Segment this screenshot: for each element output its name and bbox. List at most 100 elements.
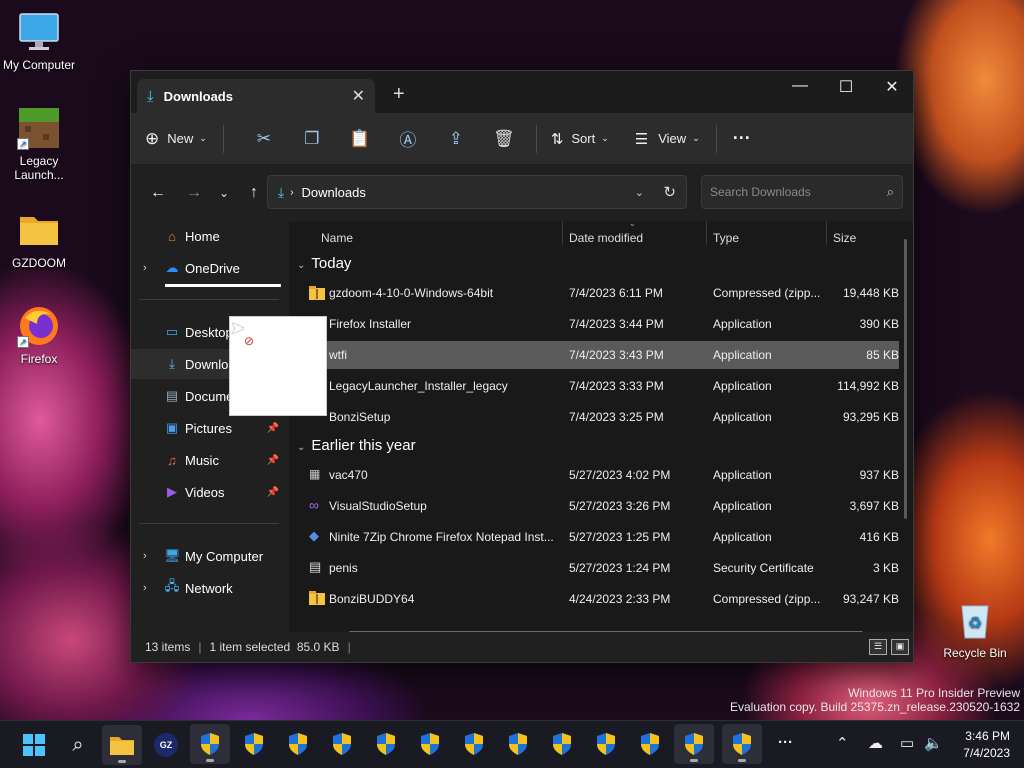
refresh-icon[interactable]: ↻	[663, 183, 676, 201]
taskbar-installer-app[interactable]	[454, 724, 494, 764]
taskbar-installer-app[interactable]	[630, 724, 670, 764]
more-apps-icon[interactable]: ···	[778, 734, 793, 751]
title-bar: ⤓ Downloads ✕ + — ☐ ✕	[131, 71, 913, 113]
table-row[interactable]: Firefox Installer 7/4/2023 3:44 PM Appli…	[291, 310, 899, 338]
taskbar-installer-app[interactable]	[586, 724, 626, 764]
table-row[interactable]: gzdoom-4-10-0-Windows-64bit 7/4/2023 6:1…	[291, 279, 899, 307]
table-row[interactable]: BonziBUDDY64 4/24/2023 2:33 PM Compresse…	[291, 585, 899, 613]
sort-button[interactable]: ⇅ Sort ⌄	[551, 123, 609, 155]
tab-downloads[interactable]: ⤓ Downloads ✕	[137, 79, 375, 113]
close-tab-icon[interactable]: ✕	[352, 86, 365, 106]
table-row[interactable]: ∞ VisualStudioSetup 5/27/2023 3:26 PM Ap…	[291, 492, 899, 520]
sidebar-item-network[interactable]: › 🖧 Network	[131, 573, 287, 603]
rename-icon[interactable]: Ⓐ	[384, 126, 432, 151]
details-view-icon[interactable]: ☰	[869, 639, 887, 655]
taskbar-installer-app[interactable]	[322, 724, 362, 764]
start-button[interactable]	[14, 725, 54, 765]
sidebar-item-videos[interactable]: ▶ Videos 📌	[131, 477, 287, 507]
up-arrow-icon[interactable]: ↑	[239, 184, 269, 202]
desktop-icon-my-computer[interactable]: My Computer	[0, 10, 78, 72]
file-type: Application	[713, 530, 772, 544]
share-icon[interactable]: ⇪	[432, 129, 480, 149]
taskbar-installer-app[interactable]	[542, 724, 582, 764]
windows-logo-icon	[23, 734, 45, 756]
sidebar-item-onedrive[interactable]: › ☁ OneDrive	[131, 253, 287, 283]
taskbar-installer-app[interactable]	[190, 724, 230, 764]
table-row[interactable]: ▦ vac470 5/27/2023 4:02 PM Application 9…	[291, 461, 899, 489]
search-input[interactable]: Search Downloads ⌕	[701, 175, 903, 209]
recent-locations-chevron-icon[interactable]: ⌄	[209, 186, 239, 200]
address-dropdown-icon[interactable]: ⌄	[635, 186, 644, 199]
volume-icon[interactable]: 🔈	[924, 734, 943, 752]
column-header-type[interactable]: Type	[713, 231, 739, 245]
column-headers: Name Date modified ⌄ Type Size	[289, 219, 913, 253]
taskbar-installer-app[interactable]	[410, 724, 450, 764]
cut-icon[interactable]: ✂	[240, 129, 288, 149]
search-button[interactable]: ⌕	[58, 725, 98, 765]
sidebar-item-my-computer[interactable]: › 🖥 My Computer	[131, 541, 287, 571]
tiles-view-icon[interactable]: ▣	[891, 639, 909, 655]
uac-shield-icon	[333, 733, 351, 755]
table-row[interactable]: ▤ penis 5/27/2023 1:24 PM Security Certi…	[291, 554, 899, 582]
desktop-icon-gzdoom[interactable]: GZDOOM	[0, 208, 78, 270]
file-size: 3 KB	[872, 561, 899, 575]
chevron-right-icon[interactable]: ›	[143, 582, 147, 594]
taskbar-gzdoom[interactable]: GZ	[146, 725, 186, 765]
forward-arrow-icon[interactable]: →	[179, 184, 209, 202]
show-hidden-icons-chevron[interactable]: ⌃	[836, 734, 849, 752]
chevron-right-icon[interactable]: ›	[143, 550, 147, 562]
minecraft-icon: ↗	[17, 106, 61, 150]
document-icon: ▤	[165, 388, 179, 403]
group-header-today[interactable]: ⌄ Today	[297, 255, 351, 272]
taskbar-installer-app[interactable]	[498, 724, 538, 764]
chevron-right-icon[interactable]: ›	[143, 262, 147, 274]
taskbar-installer-app[interactable]	[722, 724, 762, 764]
desktop-icon-firefox[interactable]: ↗ Firefox	[0, 304, 78, 366]
table-row[interactable]: BonziSetup 7/4/2023 3:25 PM Application …	[291, 403, 899, 431]
file-size: 3,697 KB	[849, 499, 899, 513]
uac-shield-icon	[465, 733, 483, 755]
system-clock[interactable]: 3:46 PM 7/4/2023	[963, 728, 1010, 762]
column-header-date[interactable]: Date modified	[569, 231, 643, 245]
address-bar[interactable]: ⤓ › Downloads ⌄ ↻	[267, 175, 687, 209]
file-name: penis	[329, 561, 358, 575]
taskbar-file-explorer[interactable]	[102, 725, 142, 765]
minimize-button[interactable]: —	[777, 77, 823, 95]
taskbar-installer-app[interactable]	[234, 724, 274, 764]
new-button[interactable]: ⊕ New ⌄	[145, 123, 207, 155]
column-header-name[interactable]: Name	[321, 231, 353, 245]
view-button[interactable]: ☰ View ⌄	[635, 123, 700, 155]
delete-icon[interactable]: 🗑	[480, 129, 528, 149]
sidebar-item-music[interactable]: ♫ Music 📌	[131, 445, 287, 475]
column-divider[interactable]	[706, 221, 707, 245]
taskbar-installer-app[interactable]	[674, 724, 714, 764]
taskbar-installer-app[interactable]	[366, 724, 406, 764]
desktop-icon-recycle-bin[interactable]: ♻ Recycle Bin	[936, 598, 1014, 660]
file-date: 5/27/2023 1:24 PM	[569, 561, 671, 575]
paste-icon[interactable]: 📋	[336, 129, 384, 149]
new-tab-button[interactable]: +	[393, 83, 405, 106]
more-options-button[interactable]: ···	[733, 123, 751, 155]
column-header-size[interactable]: Size	[833, 231, 856, 245]
taskbar-installer-app[interactable]	[278, 724, 318, 764]
table-row[interactable]: LegacyLauncher_Installer_legacy 7/4/2023…	[291, 372, 899, 400]
mouse-pointer-icon: ➤	[230, 318, 246, 338]
view-label: View	[658, 131, 687, 146]
sidebar-item-home[interactable]: ⌂ Home	[131, 221, 287, 251]
group-header-earlier-this-year[interactable]: ⌄ Earlier this year	[297, 437, 416, 454]
display-icon[interactable]: ▭	[900, 734, 914, 752]
network-disconnected-icon[interactable]: ☁	[868, 734, 883, 752]
close-window-button[interactable]: ✕	[869, 77, 915, 97]
table-row-selected[interactable]: wtfi 7/4/2023 3:43 PM Application 85 KB	[291, 341, 899, 369]
maximize-button[interactable]: ☐	[823, 77, 869, 97]
vertical-scrollbar[interactable]	[904, 239, 907, 519]
copy-icon[interactable]: ❐	[288, 129, 336, 149]
sidebar-item-pictures[interactable]: ▣ Pictures 📌	[131, 413, 287, 443]
breadcrumb[interactable]: Downloads	[302, 185, 366, 200]
evaluation-watermark: Windows 11 Pro Insider Preview Evaluatio…	[730, 686, 1020, 714]
column-divider[interactable]	[826, 221, 827, 245]
desktop-icon-legacy-launcher[interactable]: ↗ Legacy Launch...	[0, 106, 78, 182]
table-row[interactable]: ◆ Ninite 7Zip Chrome Firefox Notepad Ins…	[291, 523, 899, 551]
back-arrow-icon[interactable]: ←	[143, 184, 173, 202]
column-divider[interactable]	[562, 221, 563, 245]
